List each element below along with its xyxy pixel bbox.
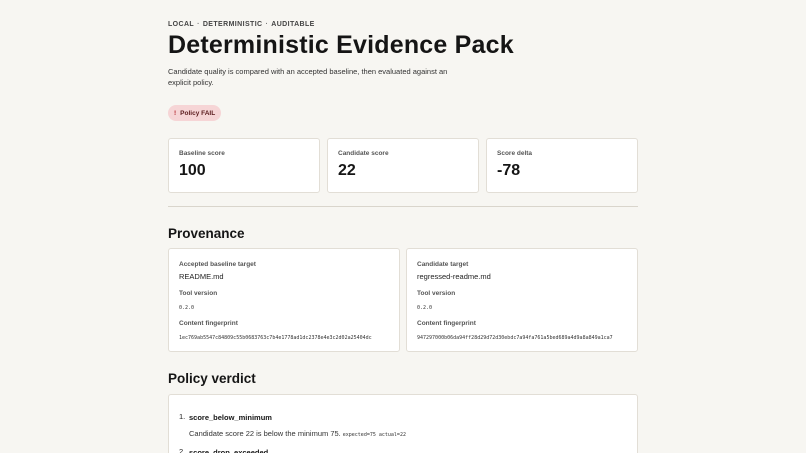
eyebrow-separator: · <box>197 21 200 28</box>
page-subtitle: Candidate quality is compared with an ac… <box>168 67 448 87</box>
candidate-fingerprint-value: 947297000b06da94ff28d29d72d30ebdc7a94fa7… <box>417 335 613 341</box>
baseline-fingerprint-label: Content fingerprint <box>179 320 238 327</box>
candidate-tool-version-label: Tool version <box>417 290 456 297</box>
baseline-target-label: Accepted baseline target <box>179 261 256 268</box>
baseline-fingerprint-value: 1ec769ab5547c84809c55b0683763c7b4e1778ad… <box>179 335 372 341</box>
verdict-item-code: score_below_minimum <box>189 413 272 422</box>
candidate-target-label: Candidate target <box>417 261 469 268</box>
baseline-score-card: Baseline score 100 <box>168 138 320 193</box>
score-card-label: Candidate score <box>338 150 389 157</box>
eyebrow-separator: · <box>265 21 269 28</box>
candidate-score-card: Candidate score 22 <box>327 138 479 193</box>
eyebrow-tags: LOCAL · DETERMINISTIC · AUDITABLE <box>168 21 315 28</box>
verdict-item-detail: Candidate score 22 is below the minimum … <box>189 429 406 438</box>
score-delta-card: Score delta -78 <box>486 138 638 193</box>
baseline-target-value: README.md <box>179 272 224 281</box>
candidate-provenance-card: Candidate target regressed-readme.md Too… <box>406 248 638 352</box>
verdict-item-number: 1. <box>179 412 186 421</box>
score-card-label: Baseline score <box>179 150 225 157</box>
eyebrow-tag-deterministic: DETERMINISTIC <box>202 21 263 28</box>
candidate-fingerprint-label: Content fingerprint <box>417 320 476 327</box>
baseline-provenance-card: Accepted baseline target README.md Tool … <box>168 248 400 352</box>
evidence-pack-page: LOCAL · DETERMINISTIC · AUDITABLE Determinis… <box>0 0 806 453</box>
alert-icon: ! <box>174 109 177 117</box>
verdict-item: 1. score_below_minimum Candidate score 2… <box>179 412 406 441</box>
provenance-title: Provenance <box>168 226 245 241</box>
verdict-list: 1. score_below_minimum Candidate score 2… <box>179 412 406 453</box>
verdict-item-values: expected=75 actual=22 <box>342 432 406 438</box>
score-card-label: Score delta <box>497 150 533 157</box>
policy-status-badge: ! Policy FAIL <box>168 105 222 121</box>
candidate-tool-version-value: 0.2.0 <box>417 305 433 311</box>
candidate-target-value: regressed-readme.md <box>417 272 491 281</box>
policy-verdict-card: 1. score_below_minimum Candidate score 2… <box>168 394 638 453</box>
page-title: Deterministic Evidence Pack <box>168 31 514 59</box>
section-divider <box>168 206 638 207</box>
policy-status-label: Policy FAIL <box>180 109 216 117</box>
verdict-item-number: 2. <box>179 447 186 453</box>
eyebrow-tag-auditable: AUDITABLE <box>271 21 315 28</box>
score-card-value: -78 <box>497 162 521 179</box>
policy-verdict-title: Policy verdict <box>168 371 256 386</box>
score-card-value: 22 <box>338 162 356 179</box>
verdict-item-code: score_drop_exceeded <box>189 448 269 453</box>
eyebrow-tag-local: LOCAL <box>168 21 195 28</box>
baseline-tool-version-label: Tool version <box>179 290 218 297</box>
score-card-value: 100 <box>179 162 206 179</box>
baseline-tool-version-value: 0.2.0 <box>179 305 195 311</box>
verdict-item-message: Candidate score 22 is below the minimum … <box>189 429 341 438</box>
verdict-item: 2. score_drop_exceeded <box>179 447 406 453</box>
